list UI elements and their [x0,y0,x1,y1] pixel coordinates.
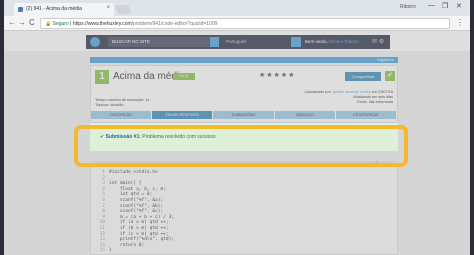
line-number: 8 [102,209,105,215]
line-number: 3 [102,181,105,187]
lock-icon: 🔒 [45,21,52,27]
solved-check-icon: ✔ [385,71,395,81]
settings-icon[interactable]: ✉ ⚙ [372,38,384,45]
code-line[interactable]: printf("%d\n", qtd); [109,237,174,242]
tab-statistics[interactable]: ESTATÍSTICAS [335,111,398,119]
problem-meta-right: Cadastrado por: gestão docente huxley em… [305,90,393,105]
line-number: 15 [99,248,105,254]
code-line[interactable]: if (c > m) qtd ++; [109,232,169,237]
code-line[interactable]: int main() { [109,181,142,186]
site-logo-icon[interactable] [90,37,100,47]
level-badge: FÁCIL [173,73,195,80]
tab-send-answer[interactable]: ENVIAR RESPOSTA [152,111,214,119]
tab-submissions[interactable]: SUBMISSÕES [213,111,275,119]
code-editor[interactable]: 1 #include <stdio.h> 2 3 int main() {4 float… [90,166,398,255]
username-link[interactable]: Ribeiro Ribeiro [329,39,359,44]
problem-tabs: DESCRIÇÃO ENVIAR RESPOSTA SUBMISSÕES ORÁ… [91,111,398,119]
tab-title: (2) 941 - Acima da média [26,6,82,12]
line-number: 12 [99,231,105,237]
page-content: Algoritmo 1 Acima da média FÁCIL ★★★★★ C… [4,51,470,255]
tab-oracle[interactable]: ORÁCULO [274,111,336,119]
tab-bar: (2) 941 - Acima da média × Ribeiro — ❐ ✕ [4,0,470,16]
code-line[interactable]: #include <stdio.h> [109,170,158,175]
tab-description[interactable]: DESCRIÇÃO [91,111,153,119]
browser-menu-icon[interactable]: ⋮ [456,18,464,27]
code-line[interactable]: return 0; [109,243,144,248]
back-icon[interactable]: ← [8,18,16,27]
minimize-icon[interactable]: — [428,2,435,9]
avatar[interactable] [291,37,301,47]
code-line[interactable]: int qtd = 0; [109,192,153,197]
reload-icon[interactable]: C [29,18,35,27]
line-number: 7 [102,203,105,209]
maximize-icon[interactable]: ❐ [442,2,448,10]
code-line[interactable]: scanf("%f", &a); [109,198,163,203]
topic-strip: Algoritmo [90,57,398,63]
url-path: /problem/941/code-editor?quizId=1009 [131,21,218,27]
problem-meta-left: Tempo máximo de execução: 1s Tópicos: de… [95,98,149,108]
topic-label: Algoritmo [377,57,394,62]
line-number: 11 [99,226,105,231]
problem-number-badge: 1 [95,70,109,84]
tab-close-icon[interactable]: × [106,5,110,11]
new-tab-button[interactable] [114,5,132,14]
share-button[interactable]: Compartilhar [345,72,381,81]
welcome-label: Bem-vindo, [305,39,328,44]
code-line[interactable]: scanf("%f", &b); [109,204,163,209]
address-bar: ← → C 🔒 Seguro | https://www.thehuxley.c… [4,16,470,31]
browser-tab[interactable]: (2) 941 - Acima da média × [14,3,114,16]
line-number: 5 [102,192,105,198]
code-line[interactable]: scanf("%f", &c); [109,209,163,214]
site-search-input[interactable]: BUSCAR NO SITE [108,37,218,47]
line-number: 6 [102,198,105,203]
author-link[interactable]: gestão docente huxley [333,90,371,94]
source-text: Fonte: não informada [356,100,393,104]
line-number: 10 [99,220,105,226]
language-selector[interactable]: Português [226,39,247,44]
browser-window: (2) 941 - Acima da média × Ribeiro — ❐ ✕… [4,0,470,255]
registered-date: em 23/07/16 [371,90,393,94]
url-host: https://www.thehuxley.com [72,21,132,27]
code-line[interactable]: } [109,248,112,253]
welcome-text: Bem-vindo, Ribeiro Ribeiro [305,39,359,44]
forward-icon[interactable]: → [18,18,26,27]
favicon-icon [18,7,23,12]
registered-label: Cadastrado por: [304,90,332,94]
site-nav-bar: BUSCAR NO SITE Português Bem-vindo, Ribe… [86,35,390,49]
topics: Tópicos: decisão [95,103,124,107]
language-label[interactable]: C [375,161,378,165]
problem-card: 1 Acima da média FÁCIL ★★★★★ Compartilha… [90,65,398,123]
profile-name[interactable]: Ribeiro [400,4,416,10]
line-number: 1 [102,170,105,175]
code-line[interactable]: if (b > m) qtd ++; [109,226,169,231]
secure-label: Seguro [52,21,69,27]
line-number: 13 [99,237,105,243]
rating-stars[interactable]: ★★★★★ [259,71,295,79]
site-header: BUSCAR NO SITE Português Bem-vindo, Ribe… [4,31,470,51]
search-icon[interactable] [210,37,219,47]
close-window-icon[interactable]: ✕ [456,2,462,10]
code-line[interactable]: if (a > m) qtd ++; [109,220,169,225]
url-input[interactable]: 🔒 Seguro | https://www.thehuxley.com/pro… [40,18,450,29]
line-number: 2 [102,175,105,181]
